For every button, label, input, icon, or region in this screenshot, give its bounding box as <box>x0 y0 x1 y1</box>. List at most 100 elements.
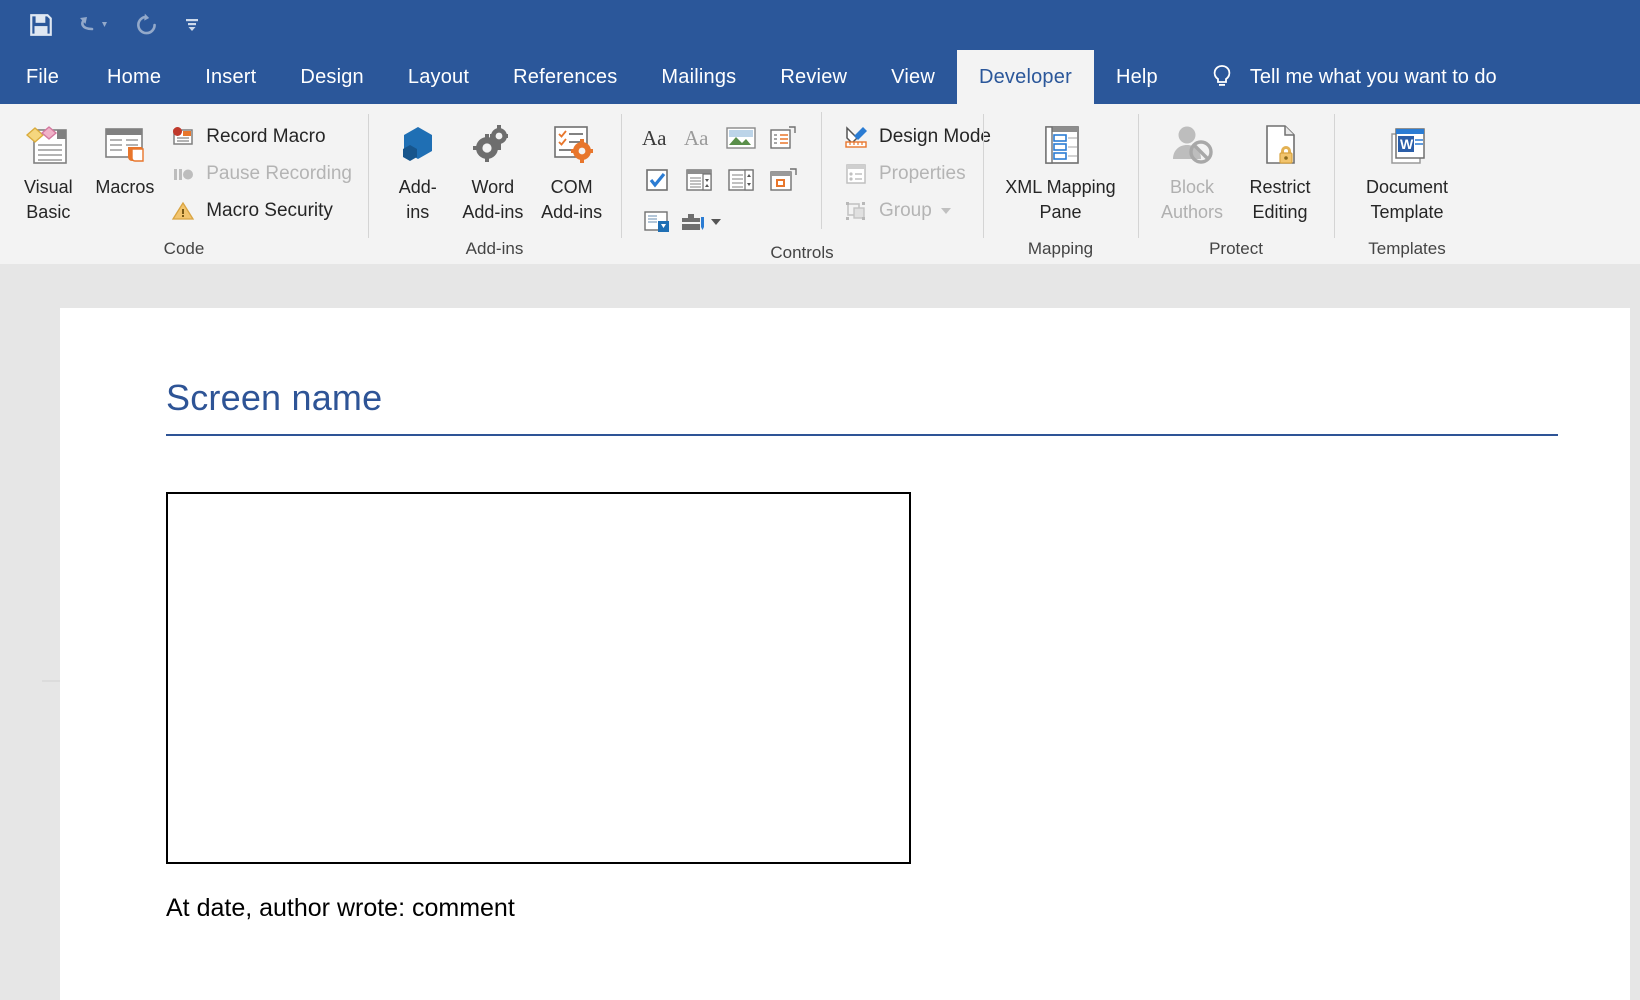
document-template-label-line2: Template <box>1370 202 1444 222</box>
tab-review[interactable]: Review <box>758 50 869 104</box>
tab-help[interactable]: Help <box>1094 50 1180 104</box>
ribbon-group-code: Visual Basic Macros Record Macro Pause R… <box>0 104 368 264</box>
tab-mailings[interactable]: Mailings <box>639 50 758 104</box>
tab-home[interactable]: Home <box>85 50 183 104</box>
tell-me-search[interactable]: Tell me what you want to do <box>1180 50 1497 104</box>
ribbon-group-label-templates: Templates <box>1368 239 1446 258</box>
visual-basic-icon <box>21 118 75 174</box>
com-add-ins-button[interactable]: COM Add-ins <box>532 112 611 224</box>
legacy-tools-icon[interactable] <box>679 202 739 242</box>
tab-insert[interactable]: Insert <box>183 50 278 104</box>
add-ins-button[interactable]: Add- ins <box>382 112 453 224</box>
tell-me-label: Tell me what you want to do <box>1249 65 1497 88</box>
comment-caption: At date, author wrote: comment <box>166 894 515 922</box>
ribbon-group-label-add-ins: Add-ins <box>465 239 524 258</box>
record-macro-label: Record Macro <box>206 125 326 147</box>
check-box-content-control-icon[interactable] <box>637 160 677 200</box>
tab-developer[interactable]: Developer <box>956 50 1094 104</box>
visual-basic-label-line1: Visual <box>23 177 73 197</box>
save-icon[interactable] <box>28 12 54 38</box>
properties-label: Properties <box>879 162 966 184</box>
building-block-gallery-content-control-icon[interactable] <box>763 118 803 158</box>
ribbon: Visual Basic Macros Record Macro Pause R… <box>0 104 1640 264</box>
com-add-ins-label-line2: Add-ins <box>541 202 603 222</box>
block-authors-label-line2: Authors <box>1160 202 1224 222</box>
tab-references[interactable]: References <box>491 50 639 104</box>
design-mode-icon <box>842 123 870 151</box>
legacy-tools-dropdown-caret-icon[interactable] <box>711 219 721 225</box>
code-small-buttons: Record Macro Pause Recording Macro Secur… <box>163 112 358 229</box>
undo-icon[interactable] <box>76 13 112 37</box>
word-add-ins-icon <box>467 118 519 174</box>
content-placeholder-box[interactable] <box>166 492 911 864</box>
ribbon-group-protect: Block Authors Restrict Editing Protect <box>1138 104 1334 264</box>
com-add-ins-label-line1: COM <box>550 177 593 197</box>
pause-recording-button: Pause Recording <box>163 155 358 192</box>
svg-text:Aa: Aa <box>684 126 709 150</box>
document-page[interactable]: Screen name At date, author wrote: comme… <box>60 308 1630 1000</box>
document-workspace: Screen name At date, author wrote: comme… <box>0 264 1640 1000</box>
customize-quick-access-toolbar-icon[interactable] <box>182 15 202 35</box>
xml-mapping-pane-label-line1: XML Mapping <box>1005 177 1116 197</box>
repeating-section-content-control-icon[interactable] <box>637 202 677 242</box>
svg-text:Aa: Aa <box>642 126 667 150</box>
add-ins-icon <box>392 118 444 174</box>
macro-security-button[interactable]: Macro Security <box>163 192 358 229</box>
macros-button[interactable]: Macros <box>87 112 164 199</box>
word-add-ins-label-line2: Add-ins <box>462 202 524 222</box>
plain-text-content-control-icon[interactable]: Aa <box>679 118 719 158</box>
heading-underline <box>166 434 1558 436</box>
block-authors-label-line1: Block <box>1169 177 1214 197</box>
picture-content-control-icon[interactable] <box>721 118 761 158</box>
date-picker-content-control-icon[interactable] <box>763 160 803 200</box>
group-icon <box>842 197 870 225</box>
restrict-editing-label-line1: Restrict <box>1249 177 1311 197</box>
design-mode-button[interactable]: Design Mode <box>836 118 997 155</box>
record-macro-button[interactable]: Record Macro <box>163 118 358 155</box>
rich-text-content-control-icon[interactable]: Aa <box>637 118 677 158</box>
document-template-label-line1: Document <box>1365 177 1449 197</box>
ribbon-group-label-protect: Protect <box>1209 239 1263 258</box>
word-application-window: File Home Insert Design Layout Reference… <box>0 0 1640 1000</box>
design-mode-label: Design Mode <box>879 125 991 147</box>
document-template-icon: W <box>1380 118 1434 174</box>
ribbon-group-controls: Aa Aa Design Mode Properties Group Contr… <box>621 104 991 264</box>
xml-mapping-pane-button[interactable]: XML Mapping Pane <box>993 112 1128 224</box>
xml-mapping-pane-label-line2: Pane <box>1039 202 1082 222</box>
restrict-editing-icon <box>1253 118 1307 174</box>
document-template-button[interactable]: W Document Template <box>1344 112 1470 224</box>
add-ins-label-line2: ins <box>406 202 430 222</box>
ribbon-group-label-code: Code <box>163 239 205 258</box>
xml-mapping-pane-icon <box>1034 118 1088 174</box>
properties-icon <box>842 160 870 188</box>
ribbon-group-mapping: XML Mapping Pane Mapping <box>983 104 1138 264</box>
macros-label: Macros <box>95 177 155 197</box>
ribbon-group-label-controls: Controls <box>770 243 834 262</box>
record-macro-icon <box>169 123 197 151</box>
quick-access-toolbar <box>0 0 1640 50</box>
visual-basic-label-line2: Basic <box>26 202 71 222</box>
block-authors-icon <box>1165 118 1219 174</box>
pause-recording-label: Pause Recording <box>206 162 352 184</box>
restrict-editing-button[interactable]: Restrict Editing <box>1236 112 1324 224</box>
ribbon-group-add-ins: Add- ins Word Add-ins COM Add-ins Add-in… <box>368 104 621 264</box>
tab-layout[interactable]: Layout <box>386 50 491 104</box>
tab-file[interactable]: File <box>0 50 85 104</box>
pause-recording-icon <box>169 160 197 188</box>
controls-small-buttons: Design Mode Properties Group <box>821 112 997 229</box>
tab-view[interactable]: View <box>869 50 957 104</box>
macro-security-label: Macro Security <box>206 199 333 221</box>
combo-box-content-control-icon[interactable] <box>679 160 719 200</box>
block-authors-button: Block Authors <box>1148 112 1236 224</box>
macros-icon <box>98 118 152 174</box>
lightbulb-icon <box>1210 63 1234 91</box>
macro-security-icon <box>169 197 197 225</box>
visual-basic-button[interactable]: Visual Basic <box>10 112 87 224</box>
com-add-ins-icon <box>546 118 598 174</box>
redo-icon[interactable] <box>134 12 160 38</box>
drop-down-list-content-control-icon[interactable] <box>721 160 761 200</box>
page-title: Screen name <box>166 377 383 418</box>
title-bar <box>0 0 1640 50</box>
word-add-ins-button[interactable]: Word Add-ins <box>453 112 532 224</box>
tab-design[interactable]: Design <box>278 50 385 104</box>
